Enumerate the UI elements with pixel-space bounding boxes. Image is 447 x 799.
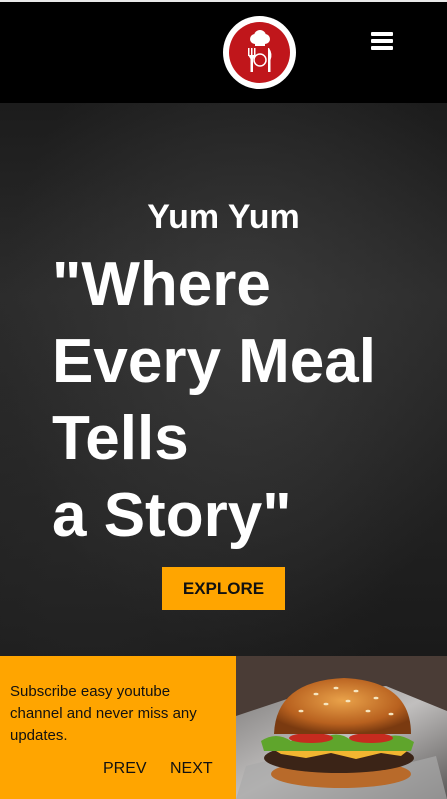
logo-badge	[229, 22, 290, 83]
subscribe-promo: Subscribe easy youtube channel and never…	[0, 656, 236, 799]
explore-button[interactable]: EXPLORE	[162, 567, 285, 610]
hero-headline: "Where Every Meal Tells a Story"	[52, 246, 432, 554]
menu-bar-bottom	[371, 46, 393, 50]
hamburger-menu-button[interactable]	[369, 29, 397, 53]
burger-image	[236, 656, 447, 799]
menu-bar-middle	[371, 39, 393, 43]
fork-knife-chef-hat-icon	[247, 29, 271, 72]
hero-section: Yum Yum "Where Every Meal Tells a Story"…	[0, 103, 447, 656]
top-navbar	[0, 0, 447, 103]
promo-text: Subscribe easy youtube channel and never…	[10, 683, 197, 744]
headline-line: Every Meal	[52, 327, 376, 396]
next-button[interactable]: NEXT	[170, 760, 213, 778]
headline-line: a Story"	[52, 481, 292, 550]
brand-name: Yum Yum	[147, 198, 300, 236]
headline-line: Tells	[52, 404, 189, 473]
headline-line: "Where	[52, 250, 271, 319]
burger-photo-icon	[236, 656, 447, 799]
restaurant-logo[interactable]	[223, 16, 296, 89]
prev-button[interactable]: PREV	[103, 760, 147, 778]
menu-bar-top	[371, 32, 393, 36]
